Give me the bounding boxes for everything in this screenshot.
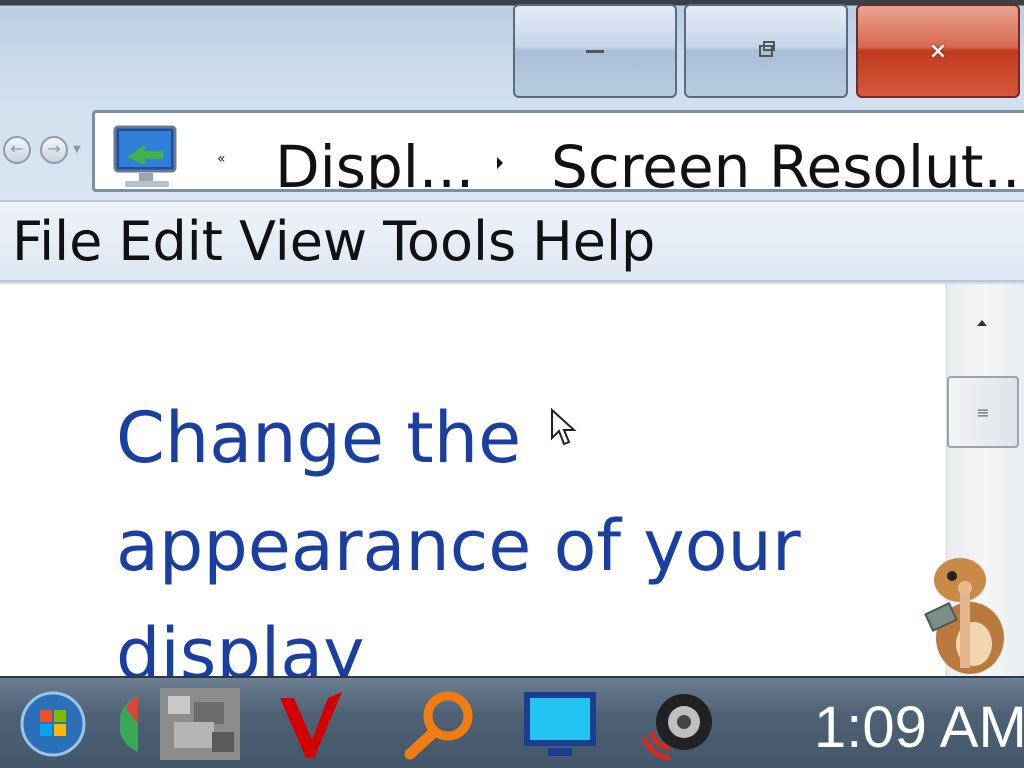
menu-edit[interactable]: Edit (118, 210, 223, 273)
scroll-thumb[interactable]: ≡ (947, 376, 1019, 448)
menu-file[interactable]: File (12, 210, 102, 273)
recent-pages-dropdown[interactable]: ▼ (73, 144, 81, 155)
taskbar: 1:09 AM (0, 676, 1024, 768)
breadcrumb-item-screen-resolution[interactable]: Screen Resolut... (551, 133, 1024, 189)
address-bar[interactable]: « Displ... Screen Resolut... (92, 110, 1024, 192)
menu-tools[interactable]: Tools (383, 210, 516, 273)
forward-button[interactable]: → (40, 136, 68, 164)
minimize-button[interactable] (513, 4, 677, 98)
forward-arrow-icon: → (47, 139, 61, 158)
menu-help[interactable]: Help (532, 210, 655, 273)
v-app-icon[interactable] (276, 688, 346, 760)
scroll-up-arrow-icon[interactable] (977, 320, 987, 326)
breadcrumb-item-display[interactable]: Displ... (275, 133, 474, 189)
page-heading: Change the appearance of your display (116, 397, 801, 676)
display-control-panel-icon (113, 125, 177, 187)
desktop-mascot-icon (924, 558, 1004, 674)
restore-button[interactable] (684, 4, 848, 98)
minimize-icon (586, 49, 604, 53)
speaker-icon[interactable] (640, 688, 720, 760)
breadcrumb-overflow-chevron[interactable]: « (217, 151, 226, 167)
menu-view[interactable]: View (239, 210, 367, 273)
start-orb-icon[interactable] (20, 688, 86, 760)
chrome-icon[interactable] (120, 688, 140, 760)
back-arrow-icon: ← (10, 139, 24, 158)
close-button[interactable]: × (856, 4, 1020, 98)
photo-app-icon[interactable] (160, 688, 240, 760)
grip-icon: ≡ (976, 402, 990, 422)
display-icon[interactable] (522, 688, 598, 760)
breadcrumb-separator-icon[interactable] (497, 157, 503, 169)
close-icon: × (928, 38, 948, 64)
back-button[interactable]: ← (3, 136, 31, 164)
taskbar-clock[interactable]: 1:09 AM (814, 694, 1024, 761)
restore-icon (759, 41, 775, 57)
menu-bar: File Edit View Tools Help (0, 200, 1024, 282)
mouse-cursor-icon (551, 408, 577, 446)
search-magnifier-icon[interactable] (400, 688, 480, 760)
content-pane: Change the appearance of your display (0, 284, 946, 676)
